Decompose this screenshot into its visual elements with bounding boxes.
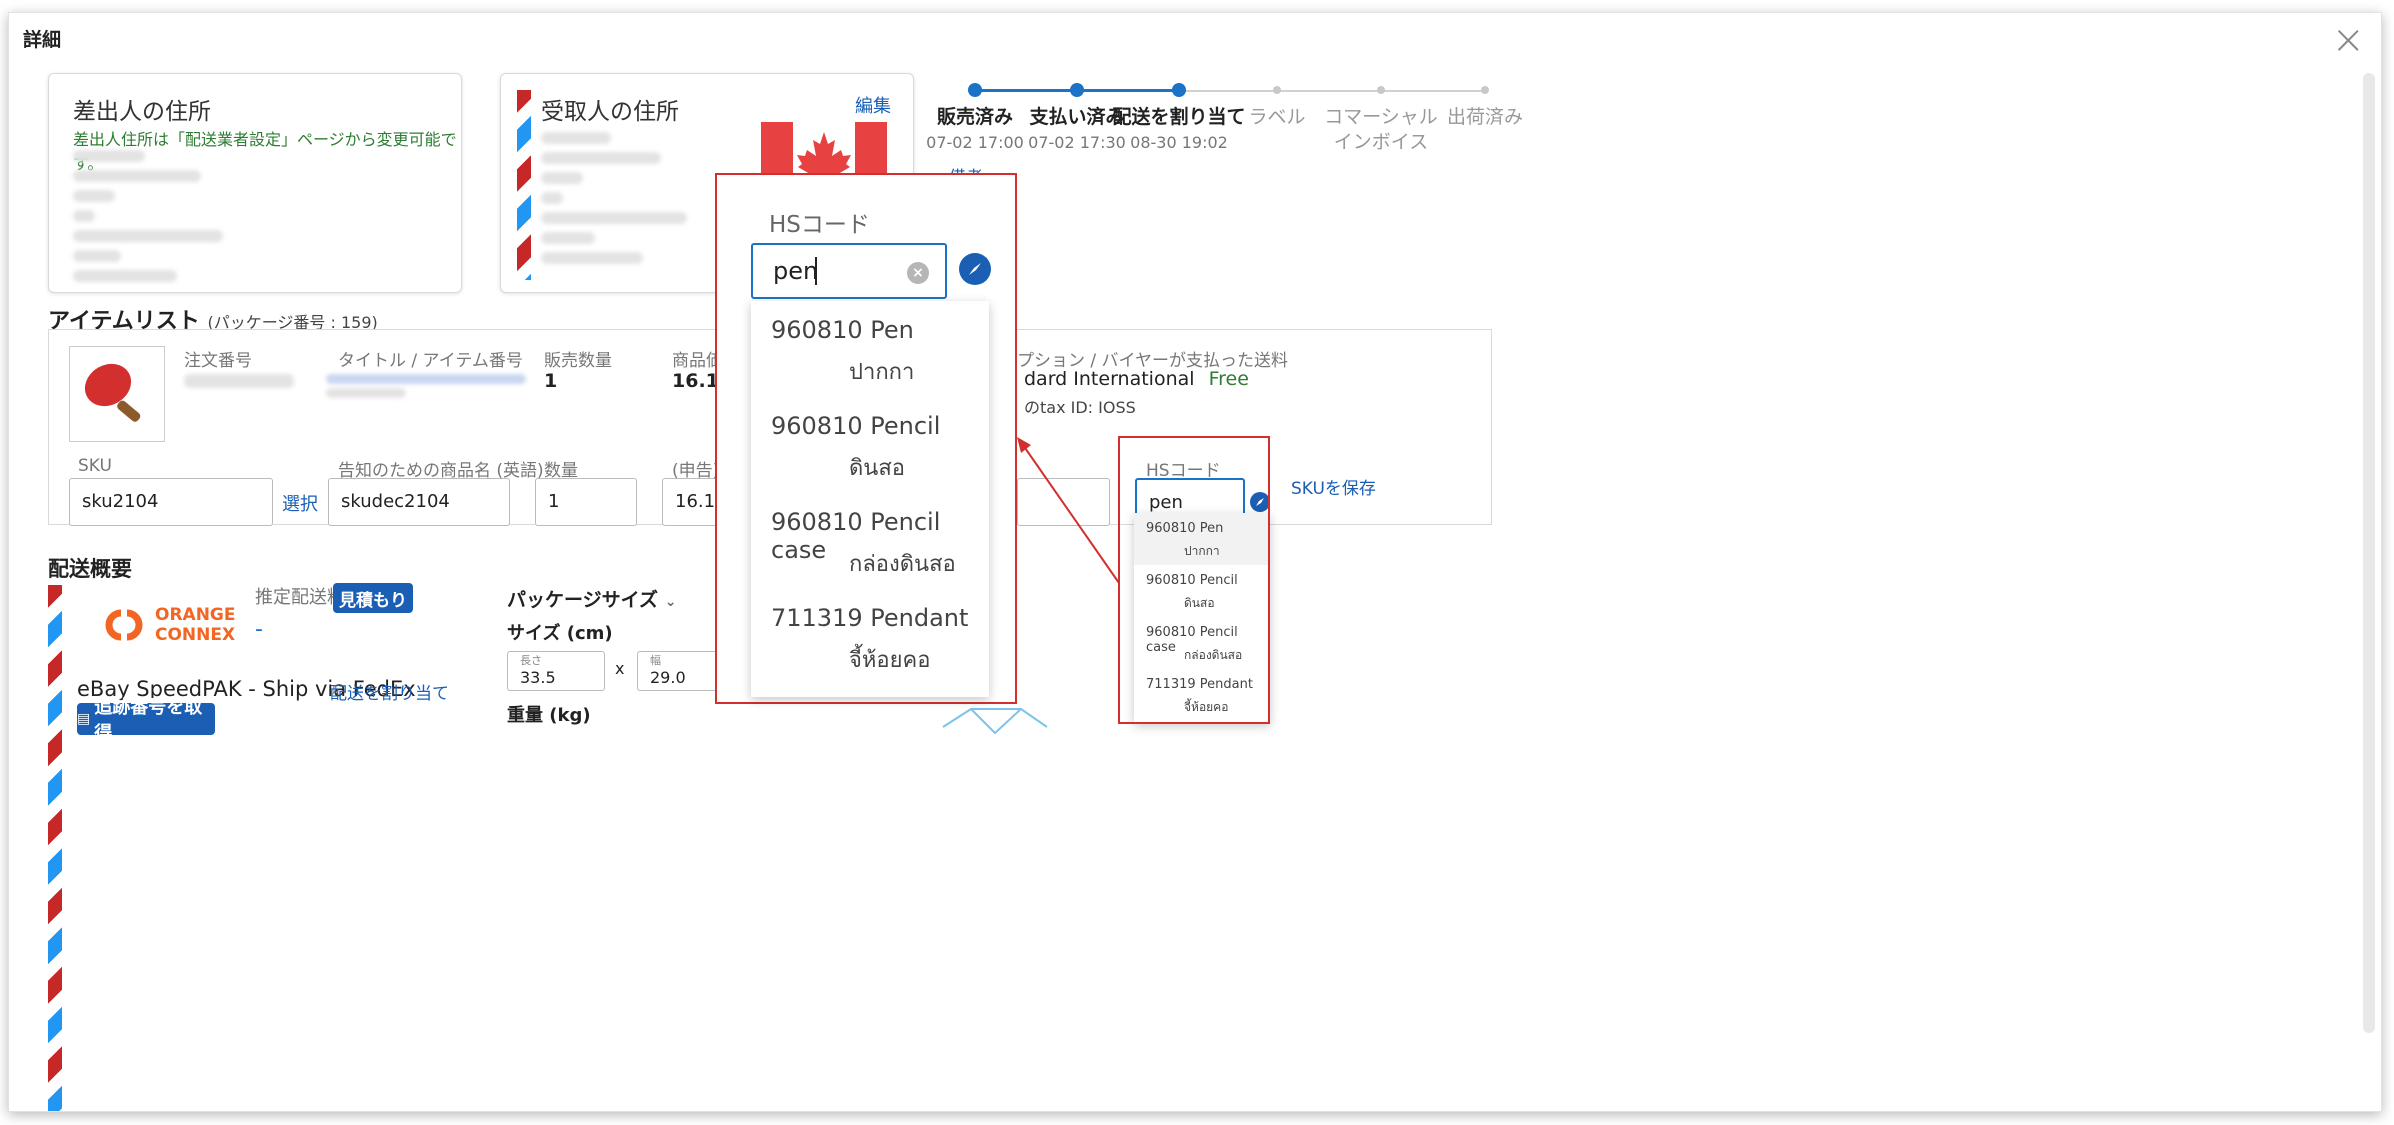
clear-icon[interactable]: × (907, 262, 929, 284)
airmail-stripe (517, 90, 531, 280)
ping-pong-paddle-image (84, 363, 141, 422)
blurred-address-line (73, 270, 177, 282)
shipping-service: dard International (1024, 368, 1195, 390)
unit-price-input[interactable]: 16.13 (662, 478, 727, 526)
progress-pending (1181, 90, 1487, 92)
step-dot (1172, 83, 1186, 97)
details-modal: 詳細 × 差出人の住所 差出人住所は「配送業者設定」ページから変更可能です。 受… (8, 12, 2382, 1112)
hs-code-option-thai: ปากกา (849, 360, 915, 385)
hs-code-option-thai: จี้ห้อยคอ (849, 648, 931, 673)
blurred-address-line (73, 250, 121, 262)
step-dot (1273, 86, 1281, 94)
blurred-address-line (541, 172, 583, 184)
hs-code-option[interactable]: 960810 Pen ปากกา (751, 301, 989, 397)
zoom-hs-label: HSコード (769, 212, 870, 238)
assign-shipping-link[interactable]: 配送を割り当て (330, 679, 449, 704)
blurred-item-number (326, 388, 406, 398)
hs-code-option-thai: ดินสอ (849, 456, 905, 481)
blurred-address-line (541, 252, 643, 264)
highlight-callout (1118, 436, 1270, 724)
get-tracking-button[interactable]: ▤ 追跡番号を取得 (77, 697, 215, 744)
airmail-stripe (48, 585, 62, 1111)
sku-select-link[interactable]: 選択 (282, 490, 318, 516)
hs-code-option[interactable]: 960810 Pencil case กล่องดินสอ (751, 493, 989, 589)
shipping-summary-title: 配送概要 (48, 557, 132, 581)
blurred-address-line (541, 132, 611, 144)
blurred-address-line (73, 210, 95, 222)
edit-link[interactable]: 編集 (855, 92, 891, 118)
hs-code-option-code: 960810 Pencil (771, 412, 941, 440)
hs-code-option[interactable]: 711319 Pendant จี้ห้อยคอ (751, 589, 989, 685)
size-label: サイズ (cm) (507, 623, 613, 644)
save-sku-link[interactable]: SKUを保存 (1291, 474, 1376, 499)
step-dot (1481, 86, 1489, 94)
order-number-header: 注文番号 (184, 351, 252, 371)
blurred-address-line (541, 152, 661, 164)
length-input[interactable]: 長さ 33.5 (507, 651, 605, 691)
length-field-label: 長さ (520, 654, 542, 667)
blurred-item-title-link[interactable] (326, 374, 526, 384)
get-tracking-label: 追跡番号を取得 (94, 697, 203, 744)
zoom-compass-icon[interactable] (959, 253, 991, 285)
declared-name-input[interactable]: skudec2104 (328, 478, 510, 526)
close-icon[interactable]: × (2331, 17, 2365, 63)
blurred-address-line (73, 170, 201, 182)
blurred-address-line (541, 192, 563, 204)
text-cursor (815, 257, 817, 285)
item-thumbnail (69, 346, 165, 442)
hs-code-option-thai: กล่องดินสอ (849, 552, 956, 577)
blurred-address-line (541, 212, 687, 224)
width-field-value: 29.0 (650, 668, 686, 687)
modal-title: 詳細 (23, 29, 62, 51)
blurred-address-line (73, 230, 223, 242)
hs-code-option-code: 711319 Pendant (771, 604, 969, 632)
logo-text-top: ORANGE (155, 605, 236, 625)
blurred-address-line (73, 190, 115, 202)
free-shipping-badge: Free (1208, 368, 1249, 390)
step-dot (1377, 86, 1385, 94)
width-field-label: 幅 (650, 654, 661, 667)
blurred-order-number (184, 374, 294, 388)
package-size-label: パッケージサイズ (507, 589, 659, 611)
length-field-value: 33.5 (520, 668, 556, 687)
shipping-option-value: dard International Free (1024, 368, 1249, 390)
blurred-address-line (541, 232, 595, 244)
tax-id-note: のtax ID: IOSS (1024, 398, 1136, 417)
step-label: 出荷済み (1446, 106, 1523, 128)
quantity-input[interactable]: 1 (535, 478, 637, 526)
estimated-shipping-value: - (255, 617, 263, 642)
sender-title: 差出人の住所 (73, 99, 211, 125)
chevron-down-icon: ⌄ (664, 594, 677, 610)
package-size-toggle[interactable]: パッケージサイズ ⌄ (507, 585, 676, 612)
estimated-shipping-label: 推定配送料 (255, 587, 345, 608)
scrollbar[interactable] (2363, 73, 2375, 1033)
weight-label: 重量 (kg) (507, 705, 591, 726)
sender-address-card: 差出人の住所 差出人住所は「配送業者設定」ページから変更可能です。 (48, 73, 462, 293)
sku-input[interactable]: sku2104 (69, 478, 273, 526)
zoom-hs-input[interactable]: pen × (751, 243, 947, 299)
step-dot (968, 83, 982, 97)
blurred-address-line (73, 150, 145, 162)
barcode-icon: ▤ (77, 711, 91, 727)
zoom-hs-dropdown: 960810 Pen ปากกา 960810 Pencil ดินสอ 960810 … (751, 301, 989, 697)
callout-arrow (1017, 437, 1120, 584)
step-dot (1070, 83, 1084, 97)
title-header: タイトル / アイテム番号 (338, 351, 523, 371)
sku-label: SKU (78, 456, 112, 476)
width-input[interactable]: 幅 29.0 (637, 651, 727, 691)
orange-connex-logo: ORANGE CONNEX (99, 597, 236, 653)
recipient-title: 受取人の住所 (541, 99, 679, 125)
zoom-callout: HSコード pen × 960810 Pen ปากกา 960810 Pencil… (715, 173, 1017, 704)
size-separator: x (615, 659, 625, 678)
hs-code-option-code: 960810 Pen (771, 316, 914, 344)
qty-sold-value: 1 (544, 370, 558, 392)
step-time: 08-30 19:02 (1130, 133, 1228, 152)
zoom-hs-input-value: pen (773, 257, 819, 285)
estimate-button[interactable]: 見積もり (333, 583, 413, 613)
logo-text-bottom: CONNEX (155, 625, 236, 645)
box-illustration (942, 708, 1048, 735)
hs-code-option[interactable]: 960810 Pencil ดินสอ (751, 397, 989, 493)
qty-sold-header: 販売数量 (544, 351, 612, 371)
